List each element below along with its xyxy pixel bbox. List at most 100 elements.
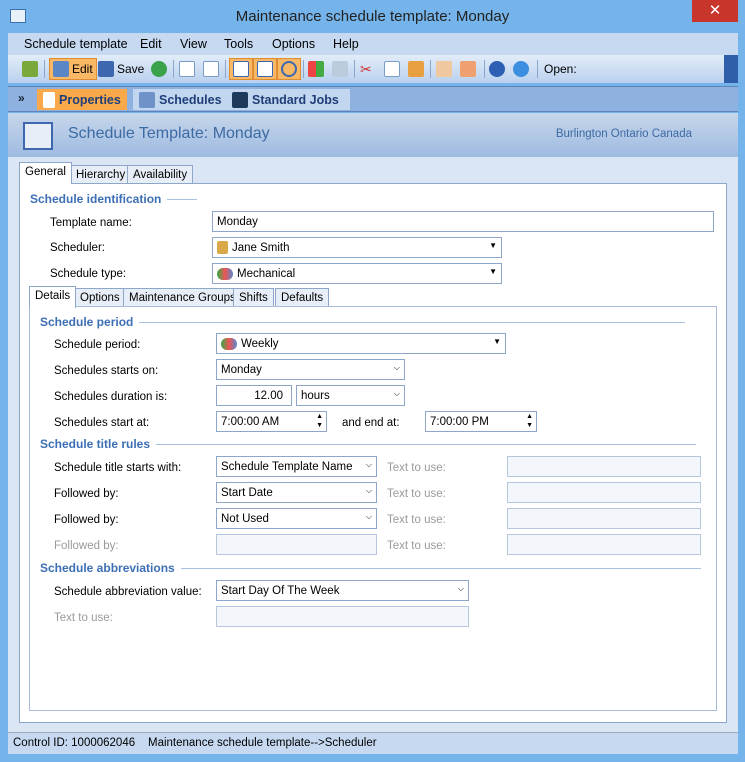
content-area: General Hierarchy Availability Schedule …: [8, 157, 738, 732]
spinner-icon[interactable]: ▲ ▼: [526, 412, 533, 430]
menu-help[interactable]: Help: [333, 37, 359, 51]
chevron-down-icon: ⌵: [365, 460, 372, 469]
collapse-icon[interactable]: »: [18, 91, 25, 105]
attach-icon: [332, 61, 348, 77]
menu-schedule-template[interactable]: Schedule template: [24, 37, 128, 51]
menu-tools[interactable]: Tools: [224, 37, 253, 51]
save-button[interactable]: Save: [98, 58, 144, 80]
menu-view[interactable]: View: [180, 37, 207, 51]
start-at-input[interactable]: 7:00:00 AM ▲ ▼: [216, 411, 327, 432]
subtab-options[interactable]: Options: [74, 288, 126, 307]
documents-icon: [203, 61, 219, 77]
nav-standard-jobs[interactable]: Standard Jobs: [226, 89, 350, 110]
edit-button[interactable]: Edit: [49, 58, 97, 80]
cut-button[interactable]: ✂: [360, 58, 376, 80]
chevron-down-icon: ⌵: [393, 363, 400, 372]
menu-edit[interactable]: Edit: [140, 37, 162, 51]
section-title: Schedule period: [40, 315, 134, 329]
period-icon: [221, 337, 237, 350]
duration-unit-select[interactable]: hours ⌵: [296, 385, 405, 406]
nav-schedules[interactable]: Schedules: [133, 89, 228, 110]
open-label: Open:: [544, 62, 577, 76]
text-to-use-label: Text to use:: [387, 514, 446, 526]
template-name-label: Template name:: [50, 217, 132, 229]
title-rule-select[interactable]: Not Used ⌵: [216, 508, 377, 529]
new-document-icon: [179, 61, 195, 77]
spinner-icon[interactable]: ▲ ▼: [316, 412, 323, 430]
nav-properties[interactable]: Properties: [37, 89, 127, 110]
section-title: Schedule abbreviations: [40, 561, 175, 575]
close-button[interactable]: ✕: [692, 0, 738, 22]
reject-button[interactable]: [460, 58, 476, 80]
starts-on-select[interactable]: Monday ⌵: [216, 359, 405, 380]
tab-general[interactable]: General: [19, 162, 72, 184]
title-rule-label: Followed by:: [54, 540, 119, 552]
section-title-rules: Schedule title rules: [40, 437, 697, 451]
find-button[interactable]: [277, 58, 301, 80]
title-rule-value: Schedule Template Name: [221, 460, 353, 473]
info-button[interactable]: [513, 58, 529, 80]
text-to-use-input: [507, 534, 701, 555]
title-rule-select[interactable]: Start Date ⌵: [216, 482, 377, 503]
page-title: Schedule Template: Monday: [68, 125, 270, 142]
scheduler-label: Scheduler:: [50, 242, 105, 254]
duration-input[interactable]: 12.00: [216, 385, 292, 406]
tab-availability[interactable]: Availability: [127, 165, 194, 184]
magnifier-icon: [281, 61, 297, 77]
template-name-input[interactable]: Monday: [212, 211, 714, 232]
subtab-defaults[interactable]: Defaults: [275, 288, 330, 307]
window-title: Maintenance schedule template: Monday: [235, 8, 510, 25]
title-rule-select: [216, 534, 377, 555]
abbreviation-value-select[interactable]: Start Day Of The Week ⌵: [216, 580, 469, 601]
end-at-input[interactable]: 7:00:00 PM ▲ ▼: [425, 411, 537, 432]
schedule-period-select[interactable]: Weekly ▼: [216, 333, 506, 354]
abbreviation-text-input: [216, 606, 469, 627]
text-to-use-input[interactable]: [507, 508, 701, 529]
tab-hierarchy[interactable]: Hierarchy: [70, 165, 132, 184]
title-bar: Maintenance schedule template: Monday ✕: [0, 0, 745, 33]
schedule-type-value: Mechanical: [237, 267, 296, 280]
split-vertical-icon: [233, 61, 249, 77]
title-rule-label: Schedule title starts with:: [54, 462, 182, 474]
layout-horizontal-button[interactable]: [253, 58, 277, 80]
duration-unit-value: hours: [301, 389, 330, 402]
text-to-use-input[interactable]: [507, 482, 701, 503]
title-rule-select[interactable]: Schedule Template Name ⌵: [216, 456, 377, 477]
refresh-icon: [151, 61, 167, 77]
text-to-use-label: Text to use:: [387, 488, 446, 500]
scheduler-value: Jane Smith: [232, 241, 290, 254]
split-horizontal-icon: [257, 61, 273, 77]
subtab-maintenance-groups[interactable]: Maintenance Groups: [123, 288, 242, 307]
help-icon: [489, 61, 505, 77]
schedule-type-select[interactable]: Mechanical ▼: [212, 263, 502, 284]
approve-button[interactable]: [436, 58, 452, 80]
paste-button[interactable]: [408, 58, 424, 80]
text-to-use-label: Text to use:: [387, 540, 446, 552]
refresh-button[interactable]: [151, 58, 167, 80]
new-button[interactable]: [179, 58, 195, 80]
menu-options[interactable]: Options: [272, 37, 315, 51]
header: Schedule Template: Monday Burlington Ont…: [8, 113, 738, 157]
toolbar-overflow-button[interactable]: [724, 55, 738, 83]
help-button[interactable]: [489, 58, 505, 80]
subtab-shifts[interactable]: Shifts: [233, 288, 274, 307]
person-icon: [217, 241, 228, 254]
windows-button[interactable]: [308, 58, 324, 80]
copy-button[interactable]: [384, 58, 400, 80]
layout-split-button[interactable]: [229, 58, 253, 80]
schedule-period-label: Schedule period:: [54, 339, 141, 351]
copy-doc-button[interactable]: [203, 58, 219, 80]
text-to-use-input[interactable]: [507, 456, 701, 477]
folder-up-icon: [22, 61, 38, 77]
section-schedule-identification: Schedule identification: [30, 192, 198, 206]
subtab-details[interactable]: Details: [29, 286, 77, 308]
calendar-clock-icon: [139, 91, 155, 108]
end-at-label: and end at:: [342, 417, 400, 429]
schedule-type-label: Schedule type:: [50, 268, 127, 280]
open-folder-button[interactable]: [22, 58, 38, 80]
scheduler-select[interactable]: Jane Smith ▼: [212, 237, 502, 258]
nav-properties-label: Properties: [59, 92, 121, 107]
document-icon: [43, 91, 55, 108]
attach-button[interactable]: [332, 58, 348, 80]
info-icon: [513, 61, 529, 77]
